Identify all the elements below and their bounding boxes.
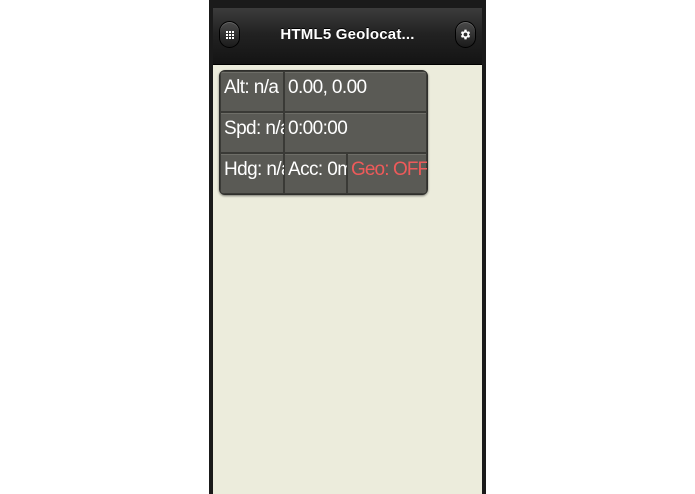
- page: HTML5 Geolocat... Alt: n/a 0.00, 0.00 Sp…: [0, 0, 695, 494]
- settings-button[interactable]: [455, 21, 476, 48]
- phone-frame: HTML5 Geolocat... Alt: n/a 0.00, 0.00 Sp…: [209, 0, 486, 494]
- geo-status-toggle[interactable]: Geo: OFF: [347, 153, 427, 194]
- coordinates-readout: 0.00, 0.00: [284, 71, 427, 112]
- page-title: HTML5 Geolocat...: [280, 26, 415, 43]
- elapsed-time-readout: 0:00:00: [284, 112, 427, 153]
- app-screen: HTML5 Geolocat... Alt: n/a 0.00, 0.00 Sp…: [213, 8, 482, 494]
- geolocation-readout-grid: Alt: n/a 0.00, 0.00 Spd: n/a 0:00:00 Hdg…: [219, 70, 428, 195]
- altitude-readout: Alt: n/a: [220, 71, 284, 112]
- accuracy-readout: Acc: 0m: [284, 153, 353, 194]
- menu-button[interactable]: [219, 21, 240, 48]
- gear-icon: [459, 28, 472, 41]
- speed-readout: Spd: n/a: [220, 112, 291, 153]
- heading-readout: Hdg: n/a: [220, 153, 292, 194]
- grid-menu-icon: [225, 30, 234, 39]
- app-header: HTML5 Geolocat...: [213, 8, 482, 65]
